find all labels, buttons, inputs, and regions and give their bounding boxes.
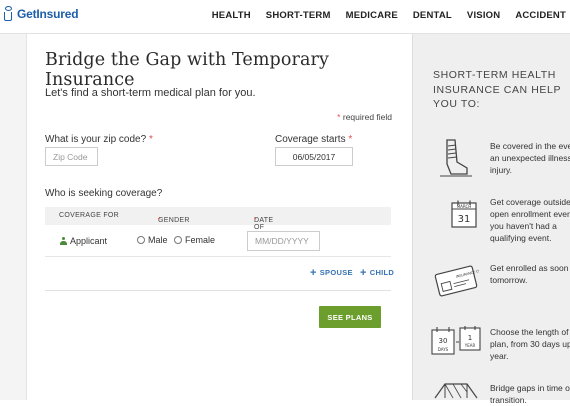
nav-accident[interactable]: ACCIDENT <box>515 10 566 21</box>
zip-label: What is your zip code? * <box>45 134 153 145</box>
bridge-icon <box>434 383 478 399</box>
required-field-note: * required field <box>337 112 392 122</box>
plus-icon: + <box>360 266 367 279</box>
dob-input[interactable]: MM/DD/YYYY <box>247 231 320 251</box>
nav-vision[interactable]: VISION <box>467 10 500 21</box>
nav-health[interactable]: HEALTH <box>212 10 251 21</box>
top-header: GetInsured HEALTH SHORT-TERM MEDICARE DE… <box>0 0 570 34</box>
benefit-text-1: Be covered in the event of an unexpected… <box>490 141 570 175</box>
gender-male-radio[interactable]: Male <box>137 235 168 245</box>
logo-icon <box>4 6 14 22</box>
svg-text:DAYS: DAYS <box>438 347 449 352</box>
nav-short-term[interactable]: SHORT-TERM <box>266 10 331 21</box>
radio-circle-icon <box>174 236 182 244</box>
nav-dental[interactable]: DENTAL <box>413 10 452 21</box>
person-icon <box>60 237 67 245</box>
main-nav: HEALTH SHORT-TERM MEDICARE DENTAL VISION… <box>212 10 566 21</box>
plus-icon: + <box>310 266 317 279</box>
gender-female-radio[interactable]: Female <box>174 235 215 245</box>
nav-medicare[interactable]: MEDICARE <box>346 10 398 21</box>
getinsured-logo[interactable]: GetInsured <box>4 6 79 22</box>
svg-text:1: 1 <box>468 334 472 342</box>
quote-form: Bridge the Gap with Temporary Insurance … <box>27 34 411 400</box>
svg-text:MARCH: MARCH <box>457 204 472 209</box>
svg-text:31: 31 <box>458 214 471 225</box>
applicant-label: Applicant <box>60 236 107 246</box>
calendar-icon: MARCH 31 <box>451 200 477 228</box>
logo-text: GetInsured <box>17 7 79 21</box>
sidebar-title: SHORT-TERM HEALTH INSURANCE CAN HELP YOU… <box>433 69 561 110</box>
svg-text:YEAR: YEAR <box>464 343 476 348</box>
form-divider <box>45 290 391 291</box>
insurance-card-icon: INSURANCE COMPANY <box>434 265 479 297</box>
benefits-sidebar: SHORT-TERM HEALTH INSURANCE CAN HELP YOU… <box>412 34 570 405</box>
add-child-link[interactable]: + CHILD <box>360 266 394 279</box>
benefit-text-2: Get coverage outside of open enrollment … <box>490 197 570 243</box>
injured-leg-icon <box>440 139 472 177</box>
applicant-row: Applicant Male Female MM/DD/YYYY <box>45 226 391 257</box>
page-title: Bridge the Gap with Temporary Insurance <box>45 50 329 90</box>
coverage-start-input[interactable]: 06/05/2017 <box>275 147 353 166</box>
see-plans-button[interactable]: SEE PLANS <box>319 306 381 328</box>
svg-text:30: 30 <box>439 337 448 345</box>
benefit-text-3: Get enrolled as soon as tomorrow. <box>490 263 570 285</box>
duration-calendar-icon: 30 DAYS 1 YEAR <box>431 326 481 355</box>
who-seeking-label: Who is seeking coverage? <box>45 188 163 199</box>
left-gutter <box>0 34 27 400</box>
benefit-text-5: Bridge gaps in time of transition. <box>490 383 570 405</box>
coverage-table-header: COVERAGE FOR GENDER * DATE OF BIRTH * <box>45 207 391 238</box>
radio-circle-icon <box>137 236 145 244</box>
page-subtitle: Let's find a short-term medical plan for… <box>45 87 256 99</box>
add-spouse-link[interactable]: + SPOUSE <box>310 266 353 279</box>
col-coverage-for: COVERAGE FOR <box>59 212 119 219</box>
coverage-start-label: Coverage starts * <box>275 134 353 145</box>
benefit-text-4: Choose the length of the plan, from 30 d… <box>490 327 570 361</box>
zip-input[interactable]: Zip Code <box>45 147 98 166</box>
